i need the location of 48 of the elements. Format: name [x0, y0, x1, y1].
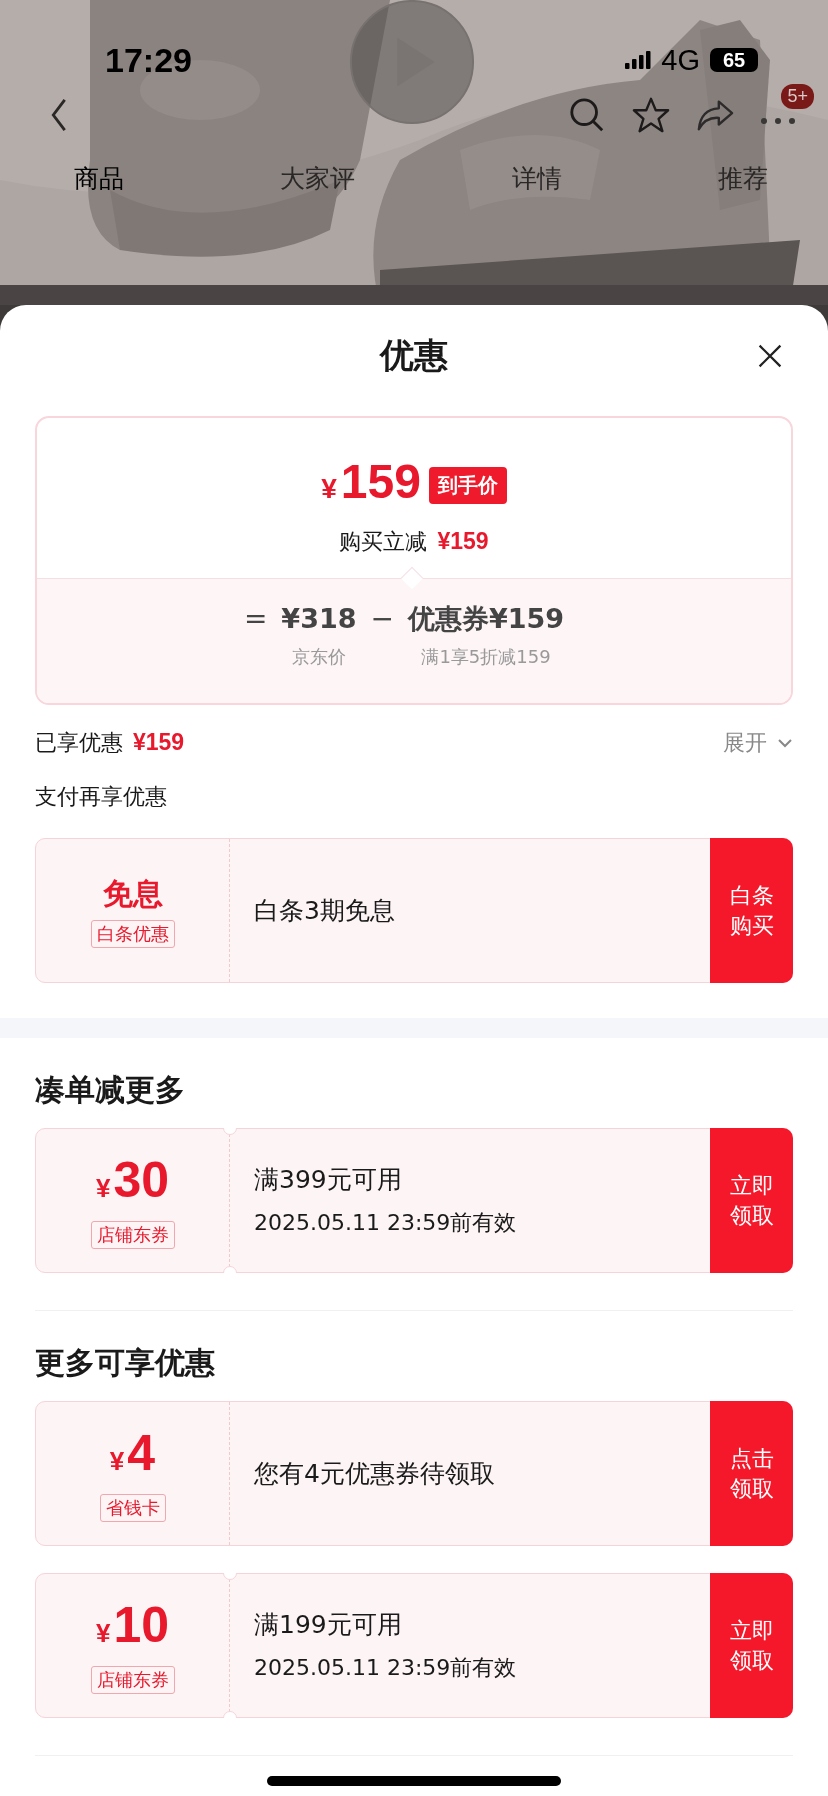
- coupon-discount: 优惠券¥159: [407, 602, 565, 636]
- claim-button[interactable]: 立即领取: [710, 1573, 793, 1718]
- star-icon[interactable]: [632, 96, 670, 134]
- coupon-condition: 满199元可用: [254, 1609, 403, 1641]
- close-icon[interactable]: [757, 343, 783, 369]
- claim-button[interactable]: 立即领取: [710, 1128, 793, 1273]
- section-title: 凑单减更多: [35, 1070, 186, 1109]
- equals-sign: =: [243, 601, 268, 637]
- tab[interactable]: 详情: [511, 162, 562, 195]
- price-tag: 到手价: [428, 467, 507, 504]
- coupon-condition: 白条3期免息: [254, 895, 396, 927]
- base-price-label: 京东价: [291, 645, 346, 669]
- expand-toggle[interactable]: 展开: [723, 728, 793, 758]
- signal-icon: [625, 51, 652, 69]
- coupon-tag: 店铺东券: [90, 1220, 175, 1249]
- status-time: 17:29: [105, 40, 192, 80]
- coupon-tag: 白条优惠: [90, 919, 175, 948]
- section-title: 更多可享优惠: [35, 1343, 216, 1382]
- coupon-rule: 满1享5折减159: [421, 645, 551, 669]
- enjoyed-amount: ¥159: [133, 729, 185, 756]
- coupon-tag: 省钱卡: [99, 1493, 166, 1522]
- enjoyed-label: 已享优惠: [35, 729, 123, 757]
- tab[interactable]: 商品: [74, 162, 124, 195]
- saving-amount: ¥159: [437, 528, 489, 555]
- coupon-amount: ¥30: [95, 1152, 170, 1210]
- more-icon[interactable]: [760, 117, 796, 125]
- base-price: ¥318: [281, 602, 357, 636]
- tab[interactable]: 推荐: [718, 162, 768, 195]
- claim-button[interactable]: 白条购买: [710, 838, 793, 983]
- minus-sign: −: [370, 601, 394, 637]
- coupon-validity: 2025.05.11 23:59前有效: [254, 1654, 518, 1682]
- coupon-amount: ¥10: [95, 1597, 170, 1655]
- tab[interactable]: 大家评: [280, 162, 356, 195]
- sheet-title: 优惠: [380, 333, 448, 377]
- search-icon[interactable]: [568, 96, 606, 134]
- network-label: 4G: [661, 43, 700, 77]
- final-price: ¥159: [321, 456, 421, 510]
- claim-button[interactable]: 点击领取: [710, 1401, 793, 1546]
- coupon-condition: 满399元可用: [254, 1164, 403, 1196]
- coupon-tag: 店铺东券: [90, 1665, 175, 1694]
- section-title: 支付再享优惠: [35, 783, 168, 811]
- saving-label: 购买立减: [339, 528, 428, 556]
- coupon-headline: 免息: [102, 874, 163, 913]
- coupon-amount: ¥4: [109, 1425, 156, 1483]
- coupon-condition: 您有4元优惠券待领取: [254, 1458, 496, 1490]
- coupon-validity: 2025.05.11 23:59前有效: [254, 1209, 518, 1237]
- play-icon[interactable]: [348, 0, 476, 126]
- battery-icon: 65: [710, 48, 758, 72]
